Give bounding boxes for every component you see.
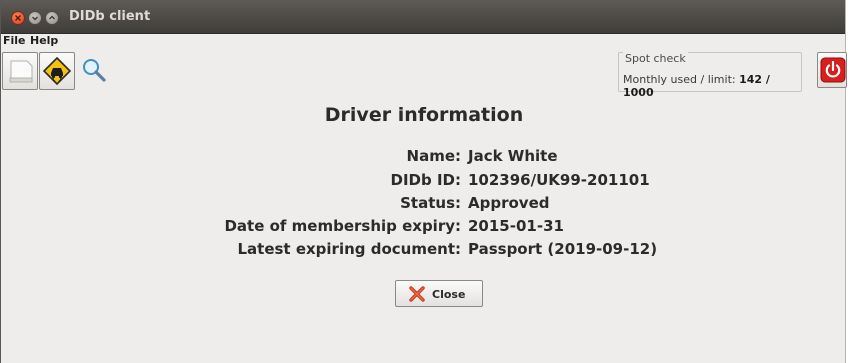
window-minimize-button[interactable] (28, 11, 42, 25)
field-label: DIDb ID: (390, 171, 461, 189)
driver-check-button[interactable] (39, 52, 75, 90)
blank-card-icon (9, 60, 33, 83)
title-bar[interactable]: DIDb client (1, 0, 845, 34)
field-value: Approved (468, 194, 550, 212)
field-value: 2015-01-31 (468, 217, 564, 235)
power-button[interactable] (817, 52, 847, 88)
field-label: Date of membership expiry: (224, 217, 461, 235)
field-row: Status: Approved (1, 194, 847, 216)
field-label: Latest expiring document: (237, 240, 461, 258)
field-value: Passport (2019-09-12) (468, 240, 658, 258)
close-button-label: Close (432, 288, 466, 301)
spot-check-usage: Monthly used / limit: 142 / 1000 (623, 73, 801, 99)
car-warning-icon (42, 56, 72, 86)
spot-check-label: Spot check (623, 52, 688, 65)
field-row: Name: Jack White (1, 147, 847, 169)
close-button[interactable]: Close (395, 280, 483, 307)
close-icon (409, 286, 425, 302)
menu-bar: File Help (1, 34, 845, 48)
menu-help[interactable]: Help (30, 34, 58, 47)
field-value: 102396/UK99-201101 (468, 171, 650, 189)
spot-check-panel: Spot check Monthly used / limit: 142 / 1… (618, 52, 802, 99)
window-maximize-button[interactable] (45, 11, 59, 25)
field-label: Status: (400, 194, 461, 212)
field-value: Jack White (468, 147, 558, 165)
search-button[interactable] (76, 52, 110, 90)
magnifier-icon (83, 59, 106, 82)
new-record-button[interactable] (2, 52, 38, 90)
window-title: DIDb client (69, 9, 151, 24)
app-window: DIDb client File Help Spot check Monthly… (0, 0, 847, 363)
power-icon (820, 57, 846, 83)
page-title: Driver information (324, 104, 524, 126)
window-close-button[interactable] (11, 11, 25, 25)
field-label: Name: (406, 147, 461, 165)
menu-file[interactable]: File (3, 34, 26, 47)
field-row: Date of membership expiry: 2015-01-31 (1, 217, 847, 239)
usage-prefix: Monthly used / limit: (623, 73, 740, 86)
field-row: DIDb ID: 102396/UK99-201101 (1, 171, 847, 193)
field-row: Latest expiring document: Passport (2019… (1, 240, 847, 262)
